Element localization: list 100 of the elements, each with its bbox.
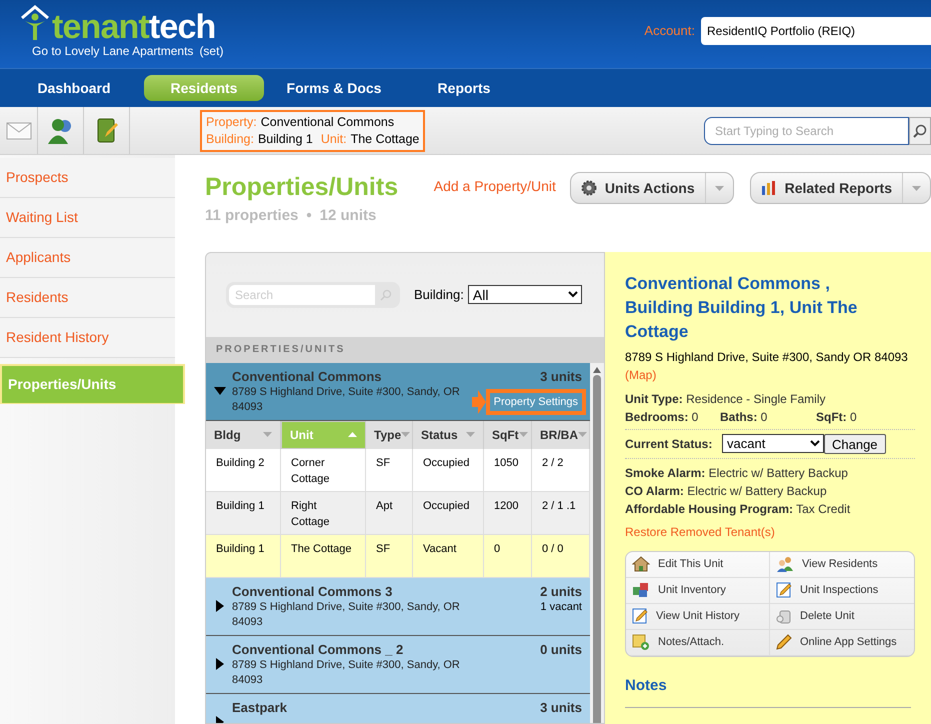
table-cell: 1200 xyxy=(484,492,532,534)
table-cell: Building 1 xyxy=(206,534,281,576)
unit-action[interactable]: Unit Inspections xyxy=(770,578,914,604)
unit-address: 8789 S Highland Drive, Suite #300, Sandy OR 84093 xyxy=(625,348,909,366)
vacant-count: 1 vacant xyxy=(540,600,582,614)
dropdown-button[interactable]: Related Reports xyxy=(750,172,931,204)
table-cell: Building 1 xyxy=(206,492,281,534)
nav-tab[interactable]: Forms & Docs xyxy=(274,75,394,101)
collapsed-triangle-icon xyxy=(214,658,226,670)
button-label: Related Reports xyxy=(784,178,892,198)
table-cell: SF xyxy=(366,534,413,576)
property-name: Conventional Commons xyxy=(232,368,383,384)
caret-icon xyxy=(348,432,357,437)
unit-count: 2 units xyxy=(540,584,582,600)
table-cell: The Cottage xyxy=(281,534,366,576)
property-name: Conventional Commons xyxy=(260,114,394,130)
search-field[interactable]: Start Typing to Search xyxy=(704,116,909,144)
document-pencil-icon xyxy=(776,582,792,598)
notes-heading: Notes xyxy=(625,676,668,696)
building-filter-label: Building: xyxy=(414,286,464,304)
search-icon xyxy=(913,124,927,138)
property-address: 8789 S Highland Drive, Suite #300, Sandy, OR 84093 xyxy=(232,658,460,688)
building-select[interactable]: All xyxy=(468,285,582,304)
bar-chart-icon xyxy=(760,180,777,196)
table-cell: 1050 xyxy=(484,448,532,490)
unit-action[interactable]: Online App Settings xyxy=(770,630,914,656)
unit-type: Unit Type: Residence - Single Family xyxy=(625,390,827,408)
trash-can-icon xyxy=(776,608,792,624)
notebook-pencil-icon xyxy=(94,116,118,144)
document-pencil-icon xyxy=(632,608,648,624)
bullet: • xyxy=(306,206,312,226)
logo-wordmark: tenanttech xyxy=(52,10,216,44)
unit-row[interactable]: Building 1 The Cottage SF Vacant 0 0 / 0 xyxy=(206,534,590,578)
unit-count: 3 units xyxy=(540,368,582,384)
scroll-up-icon xyxy=(593,366,601,372)
button-label: Units Actions xyxy=(604,178,695,198)
building-name: Building 1 xyxy=(258,130,313,148)
unit-count: 3 units xyxy=(540,700,582,716)
status-label: Current Status: xyxy=(625,436,714,452)
caret-icon xyxy=(466,432,475,437)
table-cell: SF xyxy=(366,448,413,490)
property-row[interactable]: Conventional Commons 8789 S Highland Drive, Suite #300, Sandy, OR 84093 3 units Property Settings xyxy=(206,362,590,420)
properties-count: 11 properties xyxy=(205,206,298,226)
table-cell: Occupied xyxy=(413,448,484,490)
search-button[interactable] xyxy=(909,116,931,144)
caret-icon xyxy=(912,186,921,190)
set-link[interactable]: (set) xyxy=(199,42,224,60)
unit-fact: Smoke Alarm: Electric w/ Battery Backup xyxy=(625,464,849,482)
page-title: Properties/Units xyxy=(205,172,400,204)
unit-fact: Affordable Housing Program: Tax Credit xyxy=(625,500,852,518)
house-icon xyxy=(632,556,650,572)
nav-tab[interactable]: Reports xyxy=(404,75,524,101)
unit-title: Conventional Commons , Building Building 1, Unit The Cottage xyxy=(625,272,858,343)
unit-row[interactable]: Building 1 Right Cottage Apt Occupied 1200 2 / 1 .1 xyxy=(206,492,590,534)
table-cell: Apt xyxy=(366,492,413,534)
pencil-icon xyxy=(776,634,792,650)
property-address: 8789 S Highland Drive, Suite #300, Sandy, OR 84093 xyxy=(232,600,460,630)
unit-action[interactable]: Notes/Attach. xyxy=(626,630,770,656)
unit-count: 0 units xyxy=(540,642,582,658)
nav-tab[interactable]: Dashboard xyxy=(14,75,134,101)
property-link[interactable]: Go to Lovely Lane Apartments xyxy=(32,42,194,60)
unit-action[interactable]: View Unit History xyxy=(626,604,770,630)
property-name: Conventional Commons _ 2 xyxy=(232,642,404,658)
section-heading: PROPERTIES/UNITS xyxy=(206,336,604,362)
caret-icon xyxy=(518,432,528,437)
table-cell: 0 xyxy=(484,534,532,576)
property-row[interactable]: Conventional Commons 3 8789 S Highland Drive, Suite #300, Sandy, OR 84093 2 units 1 vacant xyxy=(206,578,590,636)
unit-action[interactable]: Unit Inventory xyxy=(626,578,770,604)
boxes-icon xyxy=(632,582,650,598)
account-field[interactable]: ResidentIQ Portfolio (REIQ) xyxy=(701,17,931,45)
note-add-icon xyxy=(632,634,650,650)
unit-action[interactable]: Delete Unit xyxy=(770,604,914,630)
property-label: Property: xyxy=(206,114,257,130)
expanded-triangle-icon xyxy=(214,384,226,396)
status-select[interactable]: vacant xyxy=(722,434,824,453)
envelope-icon xyxy=(6,122,32,140)
unit-stat: SqFt: 0 xyxy=(816,408,857,426)
change-button[interactable]: Change xyxy=(824,434,886,454)
table-cell: Vacant xyxy=(413,534,484,576)
people-icon xyxy=(776,556,794,572)
caret-icon xyxy=(714,186,724,190)
property-row[interactable]: Conventional Commons _ 2 8789 S Highland Drive, Suite #300, Sandy, OR 84093 0 units xyxy=(206,636,590,694)
units-count: 12 units xyxy=(320,206,376,226)
house-person-logo-icon xyxy=(20,4,50,42)
building-label: Building: xyxy=(206,130,254,148)
property-address: 8789 S Highland Drive, Suite #300, Sandy, OR 84093 xyxy=(232,384,460,414)
table-cell: Corner Cottage xyxy=(281,448,366,490)
unit-action[interactable]: View Residents xyxy=(770,552,914,578)
dropdown-button[interactable]: Units Actions xyxy=(570,172,734,204)
property-name: Eastpark xyxy=(232,700,288,716)
unit-action[interactable]: Edit This Unit xyxy=(626,552,770,578)
unit-fact: CO Alarm: Electric w/ Battery Backup xyxy=(625,482,828,500)
caret-icon xyxy=(578,432,587,437)
gear-icon xyxy=(580,180,597,196)
unit-stat: Baths: 0 xyxy=(720,408,768,426)
search-icon xyxy=(380,288,392,300)
caret-icon xyxy=(263,432,272,437)
property-row[interactable]: Eastpark 3 units xyxy=(206,694,590,723)
scroll-thumb[interactable] xyxy=(593,374,601,723)
unit-row[interactable]: Building 2 Corner Cottage SF Occupied 1050 2 / 2 xyxy=(206,448,590,492)
